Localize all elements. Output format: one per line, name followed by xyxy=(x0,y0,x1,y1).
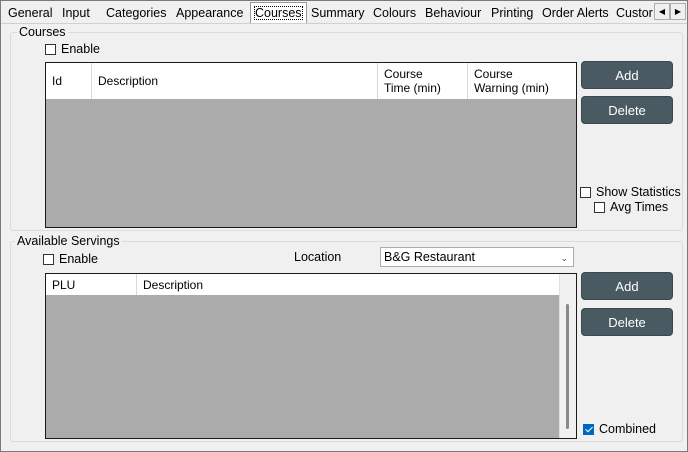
servings-grid-header: PLU Description xyxy=(46,274,560,295)
combined-label: Combined xyxy=(599,422,656,436)
location-label: Location xyxy=(294,250,342,264)
servings-scrollbar-thumb[interactable] xyxy=(566,304,569,429)
combined-box[interactable] xyxy=(583,423,594,435)
avg-times-checkbox[interactable]: Avg Times xyxy=(594,200,668,214)
courses-grid[interactable]: Id Description Course Time (min) Course … xyxy=(45,62,577,228)
servings-col-description[interactable]: Description xyxy=(137,274,560,295)
location-value: B&G Restaurant xyxy=(384,250,476,264)
servings-group-title: Available Servings xyxy=(15,234,122,248)
tab-order-alerts[interactable]: Order Alerts xyxy=(539,4,612,23)
courses-enable-checkbox[interactable]: Enable xyxy=(45,42,100,56)
servings-scrollbar[interactable] xyxy=(559,274,576,438)
tab-printing[interactable]: Printing xyxy=(488,4,536,23)
courses-grid-header: Id Description Course Time (min) Course … xyxy=(46,63,576,99)
tab-general[interactable]: General xyxy=(5,4,55,23)
avg-times-label: Avg Times xyxy=(610,200,669,214)
servings-grid[interactable]: PLU Description xyxy=(45,273,577,439)
tab-colours[interactable]: Colours xyxy=(370,4,419,23)
location-select[interactable]: B&G Restaurant ⌄ xyxy=(380,247,574,267)
tab-behaviour[interactable]: Behaviour xyxy=(422,4,484,23)
tab-input[interactable]: Input xyxy=(59,4,93,23)
tab-custom[interactable]: Custor xyxy=(613,4,655,23)
servings-enable-label: Enable xyxy=(59,252,98,266)
courses-enable-box[interactable] xyxy=(45,43,56,55)
tab-scroll-left-icon[interactable]: ◀ xyxy=(654,3,670,20)
tab-scroll-right-icon[interactable]: ▶ xyxy=(670,3,686,20)
courses-col-description[interactable]: Description xyxy=(92,63,378,99)
courses-enable-label: Enable xyxy=(61,42,100,56)
courses-add-button[interactable]: Add xyxy=(581,61,673,89)
courses-col-id[interactable]: Id xyxy=(46,63,92,99)
servings-enable-checkbox[interactable]: Enable xyxy=(43,252,98,266)
courses-group-title: Courses xyxy=(17,25,68,39)
tab-categories[interactable]: Categories xyxy=(103,4,169,23)
tab-bar: General Input Categories Appearance Cour… xyxy=(1,1,687,25)
courses-col-course-time[interactable]: Course Time (min) xyxy=(378,63,468,99)
settings-window: General Input Categories Appearance Cour… xyxy=(0,0,688,452)
courses-delete-button[interactable]: Delete xyxy=(581,96,673,124)
servings-enable-box[interactable] xyxy=(43,253,54,265)
chevron-down-icon[interactable]: ⌄ xyxy=(560,249,568,267)
tab-summary[interactable]: Summary xyxy=(308,4,367,23)
tab-courses-label: Courses xyxy=(254,6,303,20)
tab-divider xyxy=(1,23,687,24)
avg-times-box[interactable] xyxy=(594,201,605,213)
tab-appearance[interactable]: Appearance xyxy=(173,4,246,23)
combined-checkbox[interactable]: Combined xyxy=(583,422,656,436)
tab-courses[interactable]: Courses xyxy=(250,2,307,23)
servings-delete-button[interactable]: Delete xyxy=(581,308,673,336)
servings-add-button[interactable]: Add xyxy=(581,272,673,300)
show-statistics-label: Show Statistics xyxy=(596,185,681,199)
show-statistics-checkbox[interactable]: Show Statistics xyxy=(580,185,681,199)
show-statistics-box[interactable] xyxy=(580,186,591,198)
servings-col-plu[interactable]: PLU xyxy=(46,274,137,295)
courses-col-course-warning[interactable]: Course Warning (min) xyxy=(468,63,576,99)
